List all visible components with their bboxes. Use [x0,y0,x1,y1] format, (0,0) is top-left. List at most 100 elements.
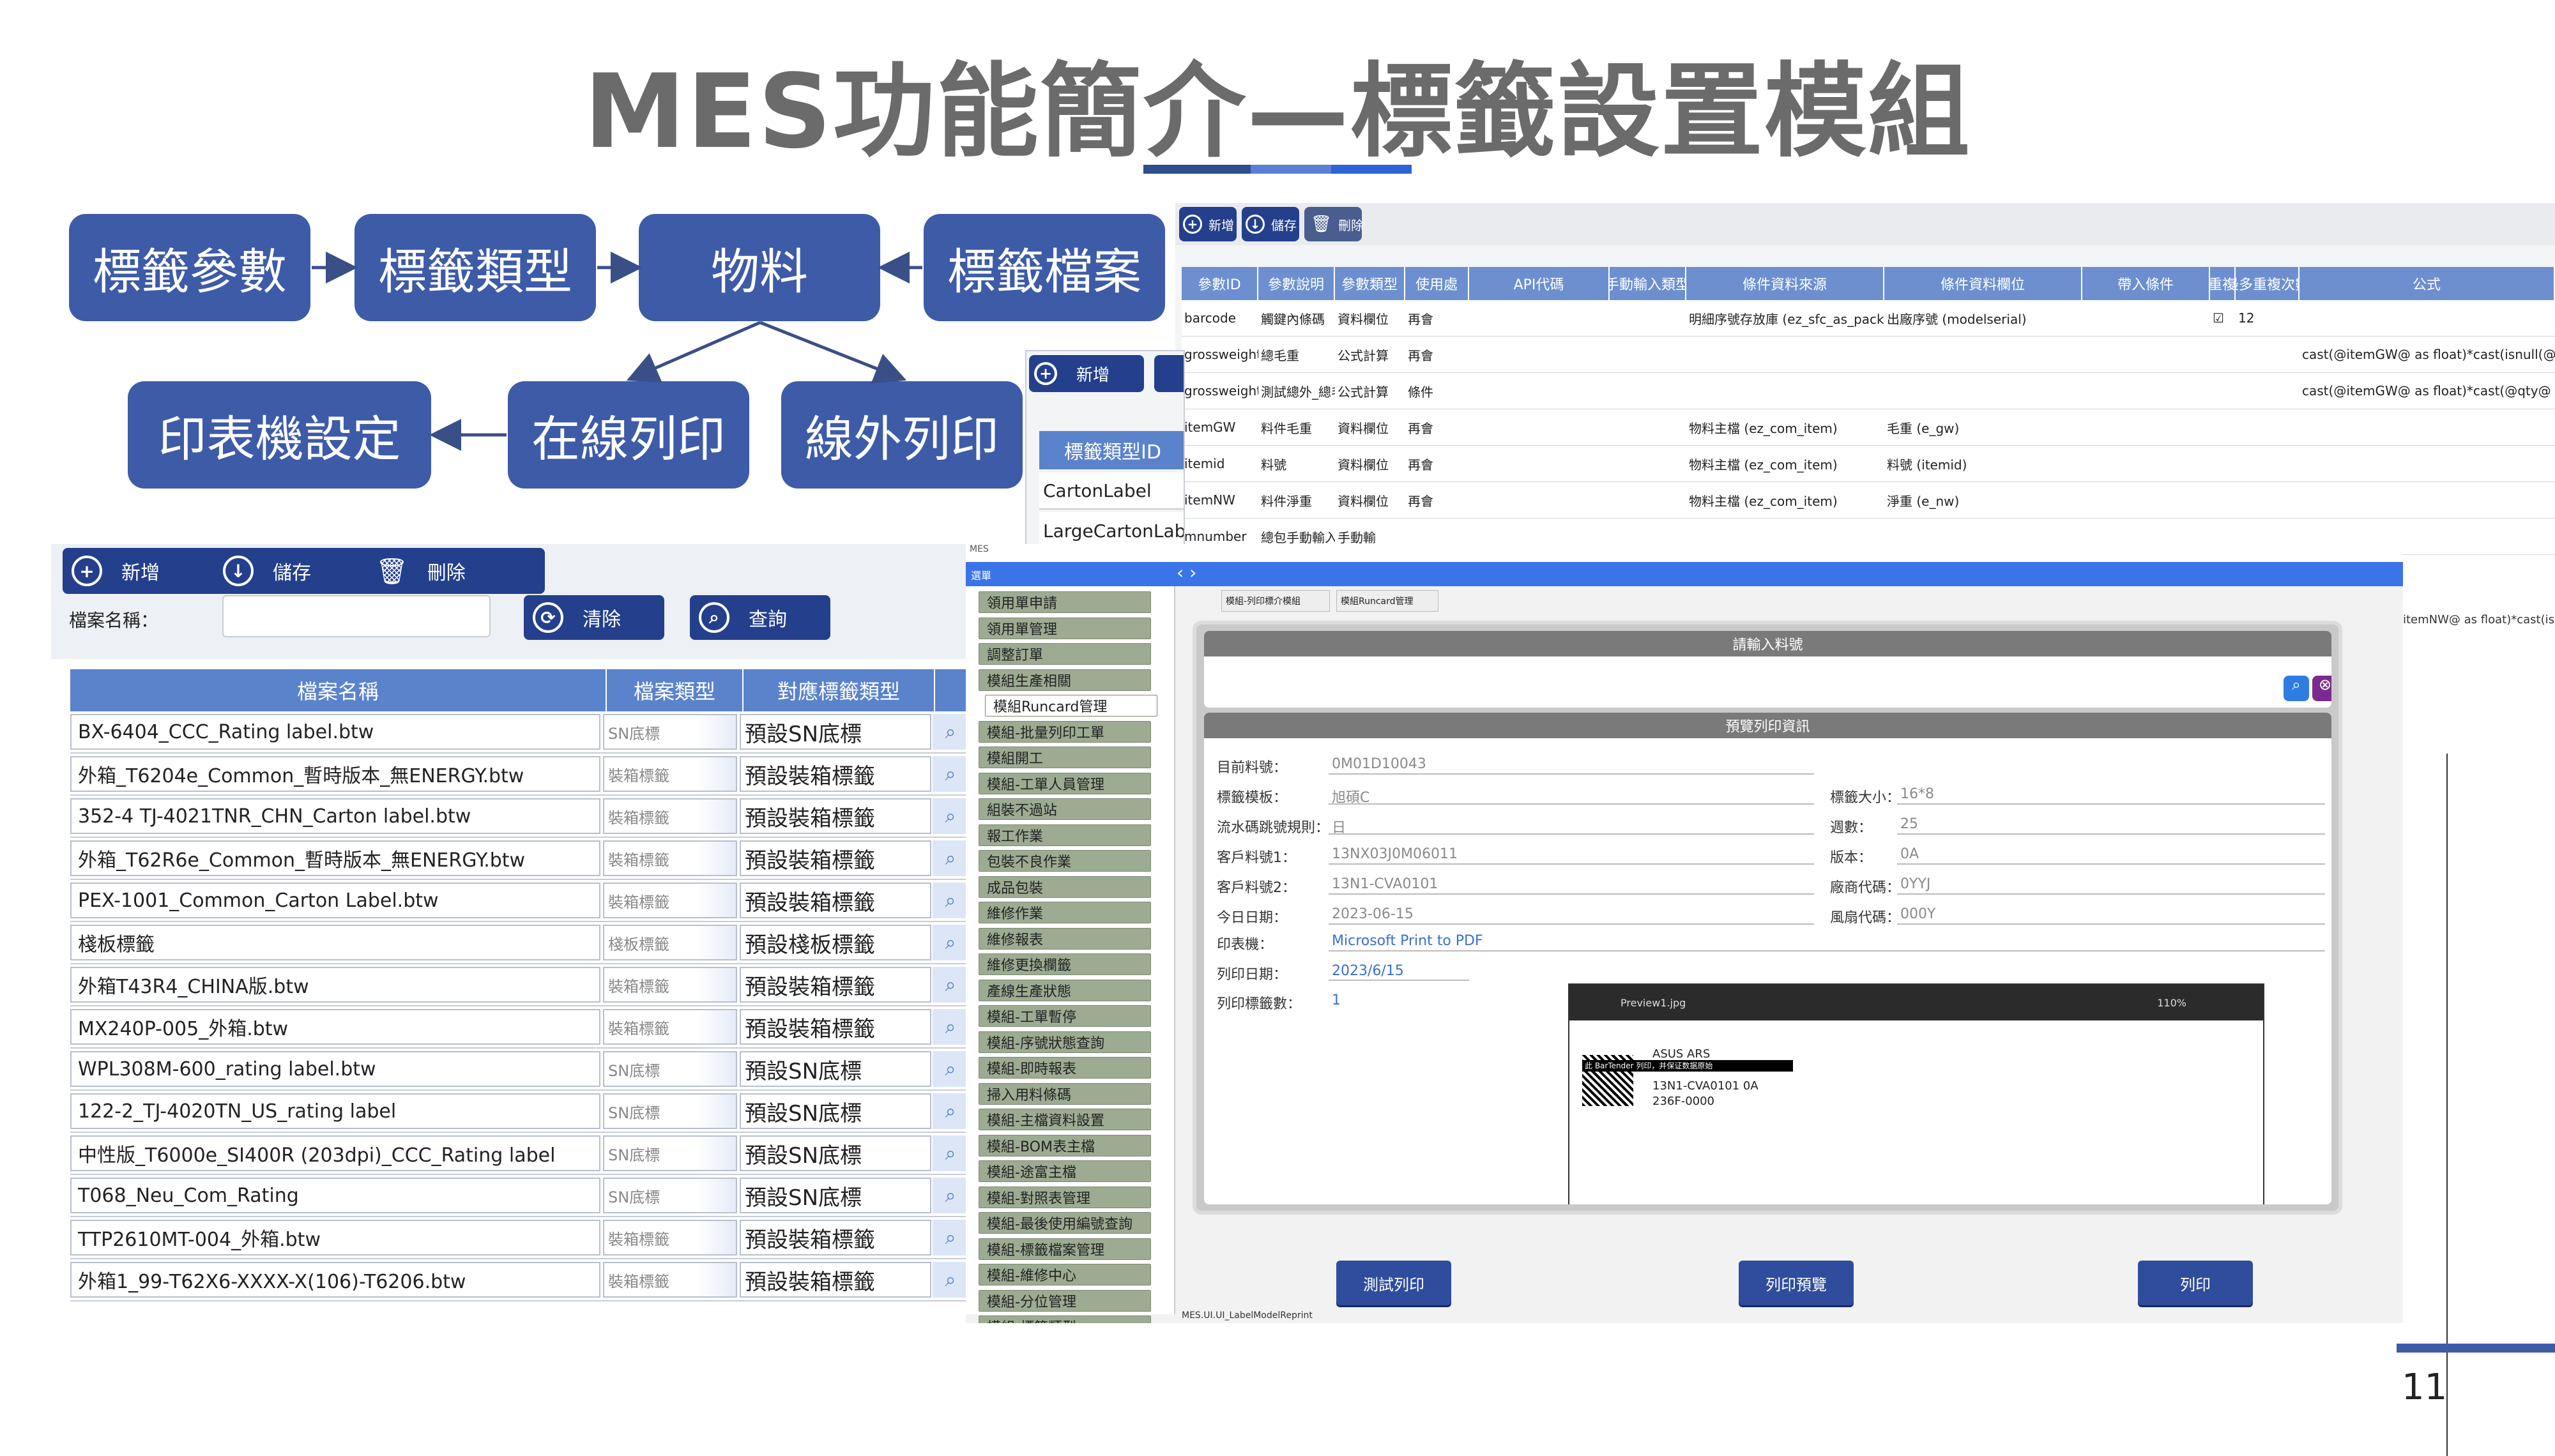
table-row[interactable]: 122-2_TJ-4020TN_US_rating label SN底標 預設SN底… [70,1091,971,1133]
search-icon[interactable]: ⌕ [2284,676,2309,701]
cell-label-type[interactable]: 預設裝箱標籤 [740,798,931,834]
cell-label-type[interactable]: 預設裝箱標籤 [740,1009,931,1045]
table-row[interactable]: itemNW 料件淨重 資料欄位 再會 物料主檔 (ez_com_item) 淨重 (e_… [1182,482,2555,519]
type-add-button[interactable]: + 新增 [1029,355,1144,392]
sidebar-item[interactable]: 模組Runcard管理 [985,695,1157,717]
table-row[interactable]: grossweight 總毛重 公式計算 再會 cast(@itemGW@ as flo… [1182,337,2555,373]
cell-label-type[interactable]: 預設裝箱標籤 [740,883,931,918]
sidebar-item[interactable]: 報工作業 [979,824,1151,846]
cell-file-type[interactable]: 裝箱標籤 [603,798,737,834]
sidebar-item[interactable]: 模組-對照表管理 [979,1186,1151,1208]
param-save-button[interactable]: ↓ 儲存 [1242,207,1299,241]
table-row[interactable]: itemGW 料件毛重 資料欄位 再會 物料主檔 (ez_com_item) 毛重 (e_… [1182,409,2555,446]
test-print-button[interactable]: 測試列印 [1336,1261,1451,1305]
param-add-button[interactable]: + 新增 [1179,207,1237,241]
cell-label-type[interactable]: 預設裝箱標籤 [740,840,931,876]
cell-label-type[interactable]: 預設SN底標 [740,1135,931,1171]
tab-runcard[interactable]: 模組Runcard管理 [1336,590,1438,612]
search-icon[interactable]: ⌕ [933,756,968,792]
sidebar-item[interactable]: 組裝不過站 [979,798,1151,820]
table-row[interactable]: 352-4 TJ-4021TNR_CHN_Carton label.btw 裝箱標… [70,796,971,838]
table-row[interactable]: 棧板標籤 棧板標籤 預設棧板標籤 ⌕ [70,922,971,964]
sidebar-item[interactable]: 掃入用料條碼 [979,1082,1151,1105]
cell-file-type[interactable]: 裝箱標籤 [603,840,737,876]
cell-file-type[interactable]: 裝箱標籤 [603,1009,737,1045]
table-row[interactable]: 外箱_T62R6e_Common_暫時版本_無ENERGY.btw 裝箱標籤 預設裝… [70,838,971,880]
sidebar-item[interactable]: 模組-批量列印工單 [979,720,1151,743]
search-icon[interactable]: ⌕ [933,798,968,834]
sidebar-item[interactable]: 領用單申請 [979,591,1151,613]
cell-label-type[interactable]: 預設SN底標 [740,1178,931,1213]
table-row[interactable]: itemid 料號 資料欄位 再會 物料主檔 (ez_com_item) 料號 (item… [1182,446,2555,482]
cell-label-type[interactable]: 預設SN底標 [740,714,931,750]
print-date-input[interactable]: 2023/6/15 [1332,963,1404,979]
sidebar-item[interactable]: 模組-途富主檔 [979,1160,1151,1182]
file-query-button[interactable]: ⌕ 查詢 [690,595,830,640]
cell-label-type[interactable]: 預設棧板標籤 [740,925,931,960]
cell-file-type[interactable]: SN底標 [603,1093,737,1129]
print-count-input[interactable]: 1 [1332,992,1341,1008]
sidebar-item[interactable]: 維修作業 [979,902,1151,923]
table-row[interactable]: 外箱_T6204e_Common_暫時版本_無ENERGY.btw 裝箱標籤 預設裝… [70,754,971,796]
file-clear-button[interactable]: ⟳ 清除 [524,595,664,640]
search-icon[interactable]: ⌕ [933,925,968,960]
sidebar-item[interactable]: 成品包裝 [979,876,1151,898]
search-icon[interactable]: ⌕ [933,840,968,876]
close-icon[interactable]: ⊗ [2312,676,2331,701]
search-icon[interactable]: ⌕ [933,1051,968,1087]
sidebar-item[interactable]: 調整訂單 [979,643,1151,665]
search-icon[interactable]: ⌕ [933,1135,968,1171]
cell-file-type[interactable]: 裝箱標籤 [603,756,737,792]
cell-label-type[interactable]: 預設裝箱標籤 [740,756,931,792]
sidebar-item[interactable]: 領用單管理 [979,617,1151,639]
table-row[interactable]: WPL308M-600_rating label.btw SN底標 預設SN底標 ⌕ [70,1049,971,1091]
table-row[interactable]: 外箱T43R4_CHINA版.btw 裝箱標籤 預設裝箱標籤 ⌕ [70,964,971,1006]
sidebar-item[interactable]: 模組-標籤檔案管理 [979,1238,1151,1260]
file-delete-button[interactable]: 🗑 刪除 [363,548,545,594]
type-extra-button[interactable] [1154,355,1184,392]
sidebar-item[interactable]: 模組開工 [979,747,1151,768]
table-row[interactable]: T068_Neu_Com_Rating SN底標 預設SN底標 ⌕ [70,1175,971,1217]
cell-file-type[interactable]: SN底標 [603,1135,737,1171]
table-row[interactable]: TTP2610MT-004_外箱.btw 裝箱標籤 預設裝箱標籤 ⌕ [70,1217,971,1259]
cell-file-type[interactable]: 裝箱標籤 [603,1220,737,1255]
tab-label-reprint[interactable]: 模組-列印標介模組 [1221,590,1330,612]
table-row[interactable]: 外箱1_99-T62X6-XXXX-X(106)-T6206.btw 裝箱標籤 預設… [70,1259,971,1301]
cell-file-type[interactable]: SN底標 [603,1051,737,1087]
nav-arrows-icon[interactable]: ‹ › [1177,562,1228,586]
sidebar-item[interactable]: 模組-BOM表主檔 [979,1134,1151,1156]
table-row[interactable]: PEX-1001_Common_Carton Label.btw 裝箱標籤 預設裝箱… [70,880,971,922]
param-delete-button[interactable]: 🗑 刪除 [1304,207,1364,241]
sidebar-item[interactable]: 模組-標籤類型 [979,1316,1151,1323]
sidebar-item[interactable]: 模組-分位管理 [979,1289,1151,1312]
sidebar-item[interactable]: 模組-即時報表 [979,1057,1151,1079]
search-icon[interactable]: ⌕ [933,1178,968,1213]
search-icon[interactable]: ⌕ [933,1093,968,1129]
table-row[interactable]: grossweight_TEST測試總外_總毛重公式計算 條件 cast(@item… [1182,373,2555,409]
sidebar-item[interactable]: 維修更換欄籤 [979,953,1151,975]
printer-select[interactable]: Microsoft Print to PDF [1332,933,1483,949]
cell-label-type[interactable]: 預設裝箱標籤 [740,1220,931,1255]
cell-label-type[interactable]: 預設裝箱標籤 [740,1262,931,1298]
search-icon[interactable]: ⌕ [933,1009,968,1045]
sidebar-item[interactable]: 模組-工單人員管理 [979,772,1151,794]
cell-file-type[interactable]: SN底標 [603,714,737,750]
search-icon[interactable]: ⌕ [933,714,968,750]
cell-file-type[interactable]: 裝箱標籤 [603,1262,737,1298]
type-row[interactable]: CartonLabel [1039,473,1184,510]
table-row[interactable]: 中性版_T6000e_SI400R (203dpi)_CCC_Rating la… [70,1133,971,1175]
sidebar-item[interactable]: 模組-主檔資料設置 [979,1109,1151,1130]
sidebar-item[interactable]: 模組-序號狀態查詢 [979,1031,1151,1053]
sidebar-item[interactable]: 模組生產相關 [979,669,1151,691]
search-icon[interactable]: ⌕ [933,883,968,918]
search-icon[interactable]: ⌕ [933,1262,968,1298]
sidebar-item[interactable]: 包裝不良作業 [979,850,1151,872]
cell-file-type[interactable]: 棧板標籤 [603,925,737,960]
print-preview-button[interactable]: 列印預覽 [1739,1261,1854,1305]
cell-file-type[interactable]: 裝箱標籤 [603,967,737,1003]
sidebar-item[interactable]: 模組-最後使用編號查詢 [979,1212,1151,1234]
cell-label-type[interactable]: 預設SN底標 [740,1093,931,1129]
sidebar-item[interactable]: 維修報表 [979,927,1151,950]
preview-zoom[interactable]: 110% [2157,997,2186,1009]
file-name-input[interactable] [222,595,491,637]
